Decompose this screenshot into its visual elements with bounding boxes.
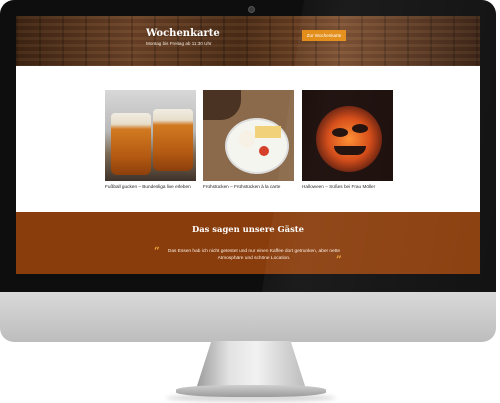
testimonial-quote: Das Essen hab ich nicht getestet und nur… (167, 249, 341, 261)
weekly-menu-button[interactable]: Zur Wochenkarte (302, 30, 346, 41)
pumpkin-glow (316, 106, 382, 172)
testimonials-section: Das sagen unsere Gäste “ Das Essen hab i… (16, 212, 480, 274)
tomato (259, 146, 269, 156)
beer-glass (111, 113, 151, 175)
quote-open-icon: “ (154, 246, 160, 257)
hero-title: Wochenkarte (146, 28, 220, 39)
pumpkin-eye (332, 128, 348, 137)
slider-dots (240, 267, 255, 274)
egg (239, 130, 255, 148)
card-breakfast[interactable]: Frühstücken – Frühstücken à la carte (203, 90, 294, 189)
monitor-foot (176, 385, 326, 397)
bread-basket (203, 90, 241, 120)
card-caption[interactable]: Fußball gucken – Bundesliga live erleben (105, 184, 196, 189)
card-caption[interactable]: Halloween – Süßes bei Frau Möller (302, 184, 393, 189)
beer-glass (153, 109, 193, 171)
monitor-chin (0, 292, 496, 342)
card-halloween[interactable]: Halloween – Süßes bei Frau Möller (302, 90, 393, 189)
card-football[interactable]: Fußball gucken – Bundesliga live erleben (105, 90, 196, 189)
pumpkin-mouth (334, 146, 366, 155)
hero-subtitle: Montag bis Freitag ab 11:30 Uhr (146, 41, 212, 46)
monitor-stand (196, 341, 306, 389)
breakfast-plate-image[interactable] (203, 90, 294, 181)
cheese (255, 126, 281, 138)
pumpkin-eye (352, 124, 368, 133)
website-screen: Wochenkarte Montag bis Freitag ab 11:30 … (16, 16, 480, 274)
testimonials-title: Das sagen unsere Gäste (191, 224, 305, 234)
hero-banner: Wochenkarte Montag bis Freitag ab 11:30 … (16, 16, 480, 66)
camera-icon (248, 6, 255, 13)
quote-close-icon: ” (336, 255, 342, 266)
card-caption[interactable]: Frühstücken – Frühstücken à la carte (203, 184, 294, 189)
halloween-pumpkin-image[interactable] (302, 90, 393, 181)
beer-glasses-image[interactable] (105, 90, 196, 181)
